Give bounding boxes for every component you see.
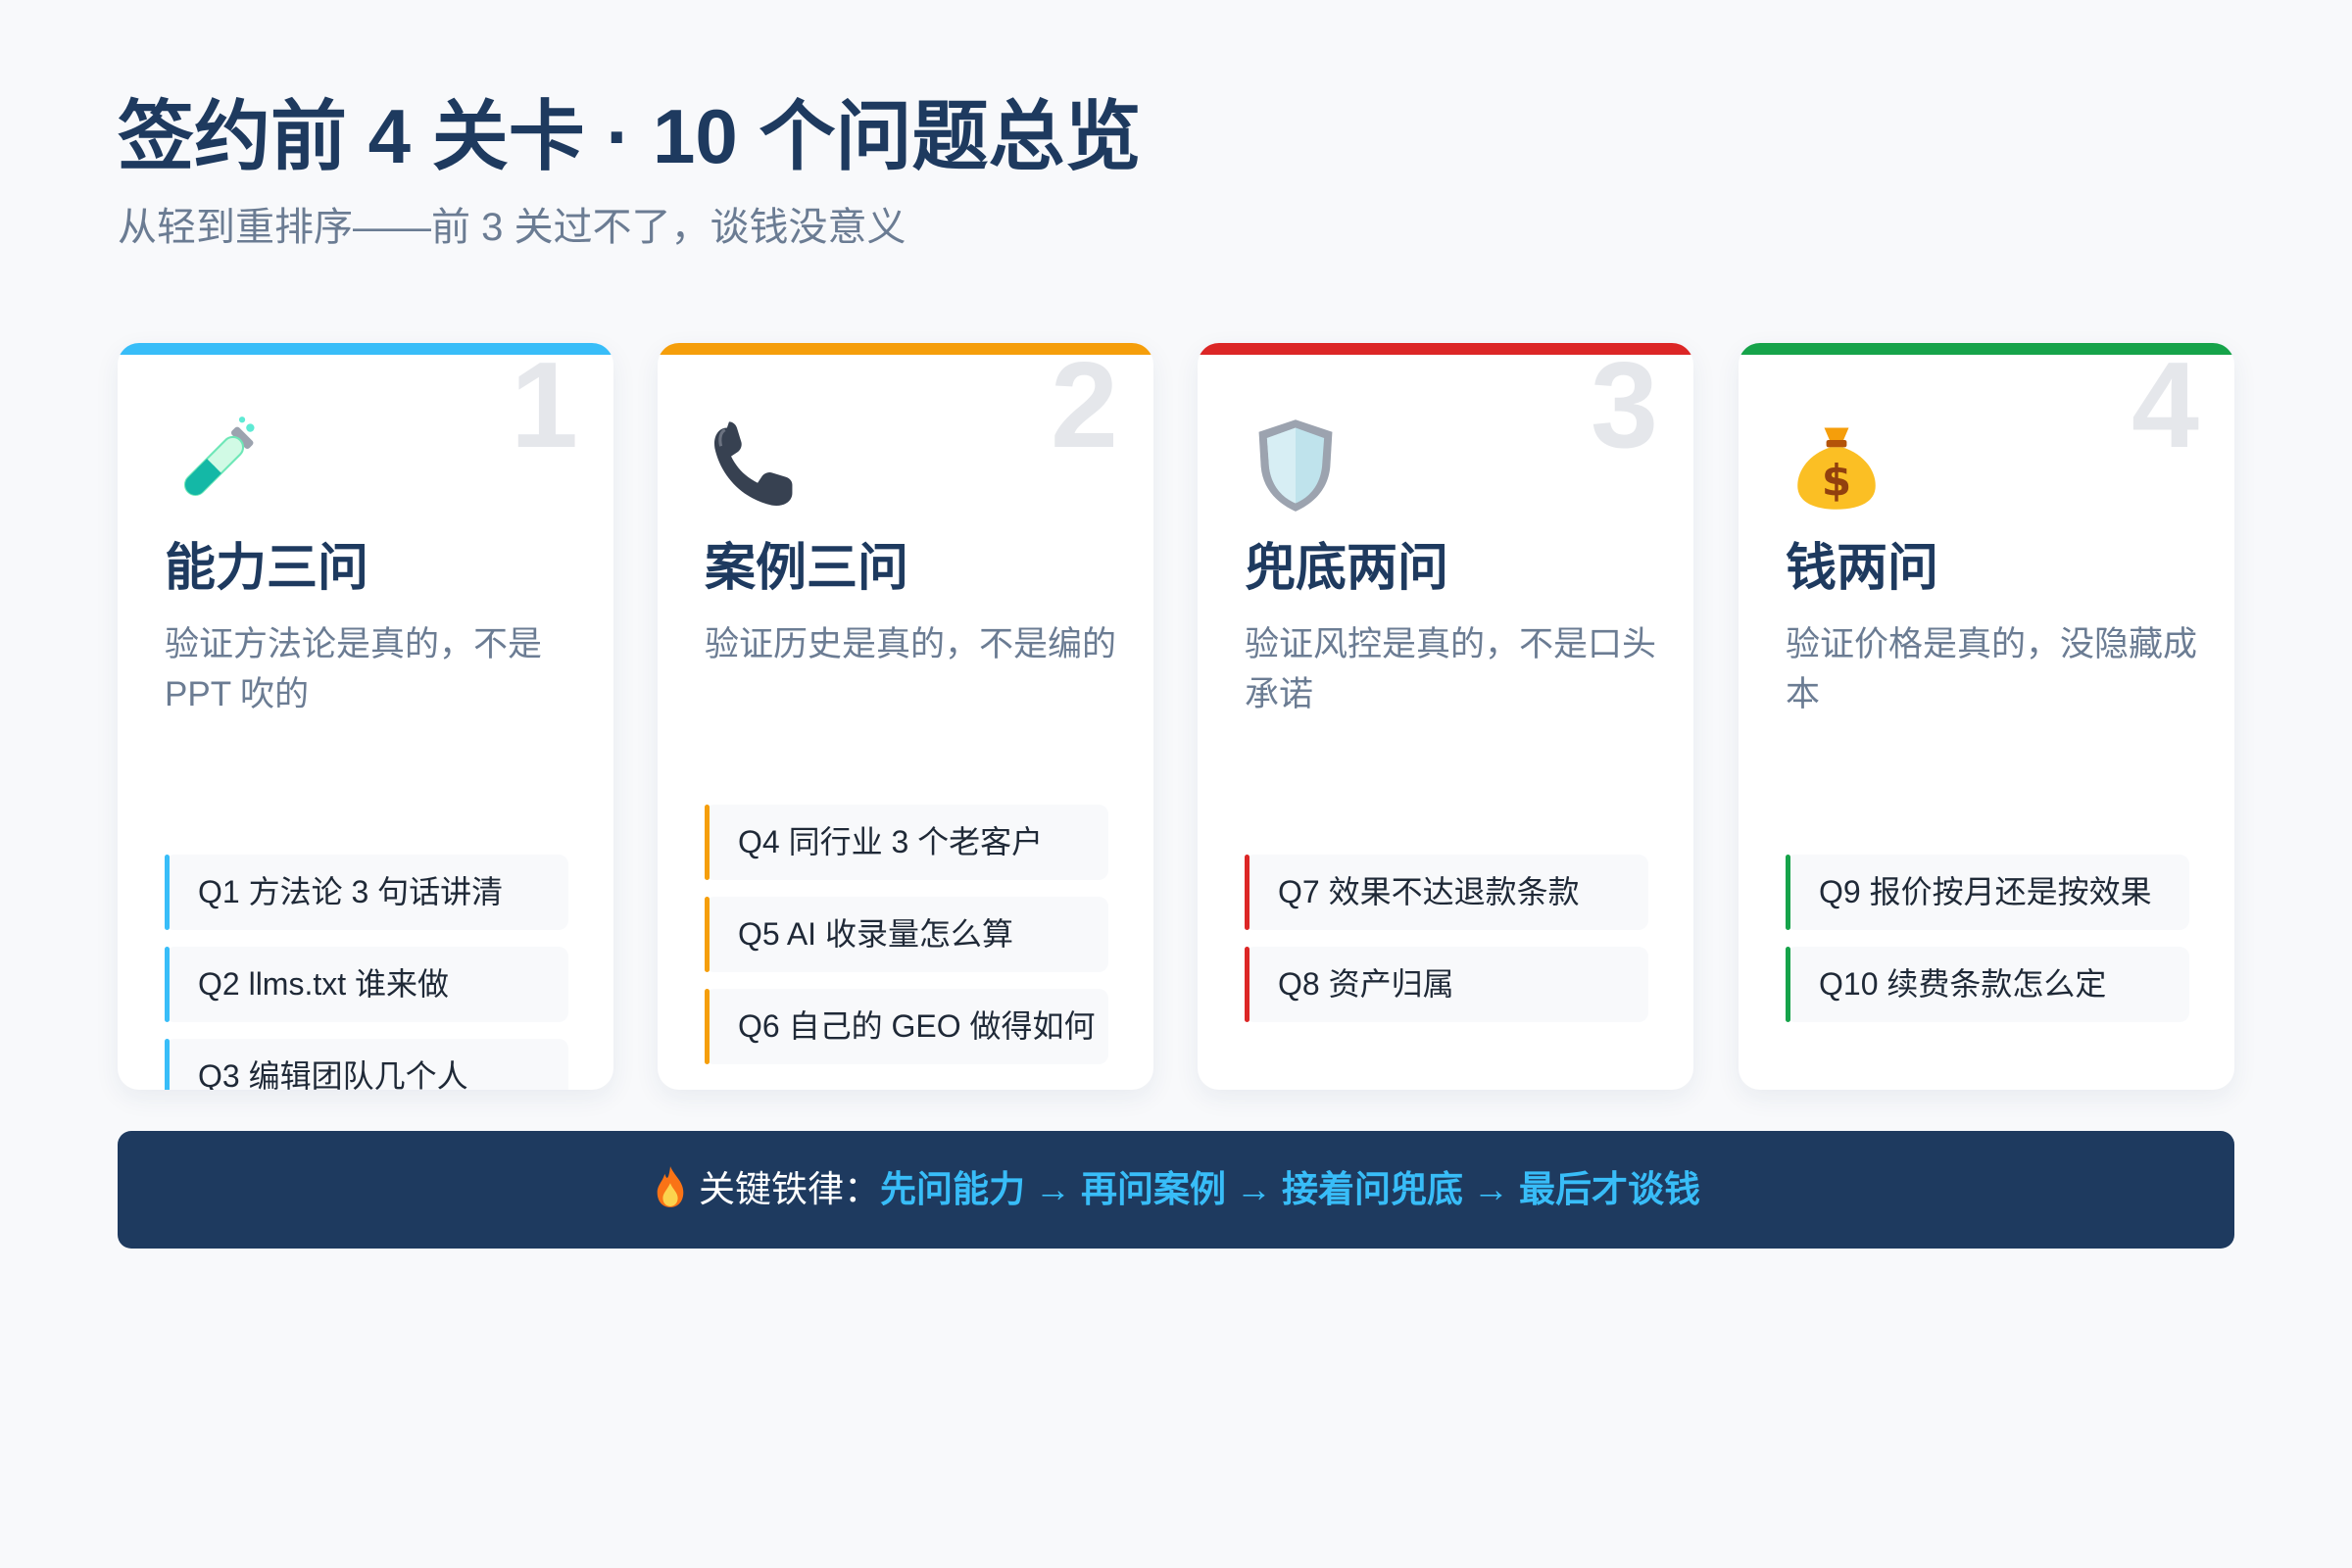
arrow: → [1035, 1169, 1071, 1209]
question-item: Q10 续费条款怎么定 [1786, 947, 2189, 1022]
question-text: Q3 编辑团队几个人 [198, 1058, 468, 1090]
card-safeguard: 3 兜底两问 验证风控是真的，不是口头承诺 Q7 效果不达退款条款 Q8 资产归… [1198, 343, 1693, 1090]
arrow: → [1473, 1169, 1509, 1209]
card-description: 验证方法论是真的，不是 PPT 吹的 [165, 625, 543, 713]
card-title: 案例三问 [705, 540, 909, 597]
question-item: Q9 报价按月还是按效果 [1786, 855, 2189, 930]
rule-banner: 关键铁律：先问能力 → 再问案例 → 接着问兜底 → 最后才谈钱 [118, 1131, 2234, 1249]
card-title: 兜底两问 [1245, 540, 1449, 597]
question-item: Q3 编辑团队几个人 [165, 1039, 568, 1090]
card-grid: 1 能力三问 验证方法论是真的，不是 PPT 吹的 Q1 方法论 3 句话讲清 … [118, 343, 2234, 1090]
page-subtitle: 从轻到重排序——前 3 关过不了，谈钱没意义 [118, 206, 906, 249]
question-list: Q9 报价按月还是按效果 Q10 续费条款怎么定 [1786, 855, 2189, 1039]
card-description: 验证风控是真的，不是口头承诺 [1245, 625, 1657, 713]
question-item: Q6 自己的 GEO 做得如何 [705, 989, 1108, 1064]
question-list: Q4 同行业 3 个老客户 Q5 AI 收录量怎么算 Q6 自己的 GEO 做得… [705, 805, 1108, 1081]
telephone-icon [713, 421, 793, 507]
card-capability: 1 能力三问 验证方法论是真的，不是 PPT 吹的 Q1 方法论 3 句话讲清 … [118, 343, 613, 1090]
question-list: Q7 效果不达退款条款 Q8 资产归属 [1245, 855, 1648, 1039]
rule-step: 接着问兜底 [1282, 1169, 1463, 1209]
card-title: 钱两问 [1786, 540, 1939, 597]
question-text: Q1 方法论 3 句话讲清 [198, 874, 504, 909]
question-text: Q8 资产归属 [1278, 966, 1454, 1002]
question-item: Q2 llms.txt 谁来做 [165, 947, 568, 1022]
question-text: Q7 效果不达退款条款 [1278, 874, 1580, 909]
card-number: 1 [511, 343, 578, 473]
question-text: Q4 同行业 3 个老客户 [738, 824, 1044, 859]
question-item: Q7 效果不达退款条款 [1245, 855, 1648, 930]
question-item: Q5 AI 收录量怎么算 [705, 897, 1108, 972]
question-item: Q4 同行业 3 个老客户 [705, 805, 1108, 880]
question-text: Q5 AI 收录量怎么算 [738, 916, 1013, 952]
card-number: 4 [2132, 343, 2199, 473]
page: 签约前 4 关卡 · 10 个问题总览 从轻到重排序——前 3 关过不了，谈钱没… [118, 93, 2234, 1249]
rule-label: 关键铁律： [699, 1169, 880, 1209]
shield-icon [1258, 419, 1333, 512]
card-title: 能力三问 [165, 540, 369, 597]
card-number: 2 [1051, 343, 1118, 473]
card-number: 3 [1591, 343, 1658, 473]
question-text: Q10 续费条款怎么定 [1819, 966, 2107, 1002]
svg-text:$: $ [1822, 456, 1851, 506]
rule-step: 最后才谈钱 [1519, 1169, 1700, 1209]
money-bag-icon: $ [1797, 427, 1876, 510]
question-text: Q9 报价按月还是按效果 [1819, 874, 2152, 909]
question-text: Q2 llms.txt 谁来做 [198, 966, 450, 1002]
card-description: 验证历史是真的，不是编的 [705, 625, 1117, 663]
question-text: Q6 自己的 GEO 做得如何 [738, 1008, 1096, 1044]
rule-step: 先问能力 [880, 1169, 1025, 1209]
card-description: 验证价格是真的，没隐藏成本 [1786, 625, 2198, 713]
question-item: Q1 方法论 3 句话讲清 [165, 855, 568, 930]
test-tube-icon [183, 416, 255, 497]
page-title: 签约前 4 关卡 · 10 个问题总览 [118, 93, 1142, 179]
question-list: Q1 方法论 3 句话讲清 Q2 llms.txt 谁来做 Q3 编辑团队几个人 [165, 855, 568, 1090]
rule-step: 再问案例 [1081, 1169, 1226, 1209]
card-money: 4 $ 钱两问 验证价格是真的，没隐藏成本 Q9 报价按月还是按效果 Q10 续… [1739, 343, 2234, 1090]
question-item: Q8 资产归属 [1245, 947, 1648, 1022]
fire-icon [657, 1166, 684, 1207]
card-cases: 2 案例三问 验证历史是真的，不是编的 Q4 同行业 3 个老客户 Q5 AI … [658, 343, 1153, 1090]
arrow: → [1236, 1169, 1272, 1209]
